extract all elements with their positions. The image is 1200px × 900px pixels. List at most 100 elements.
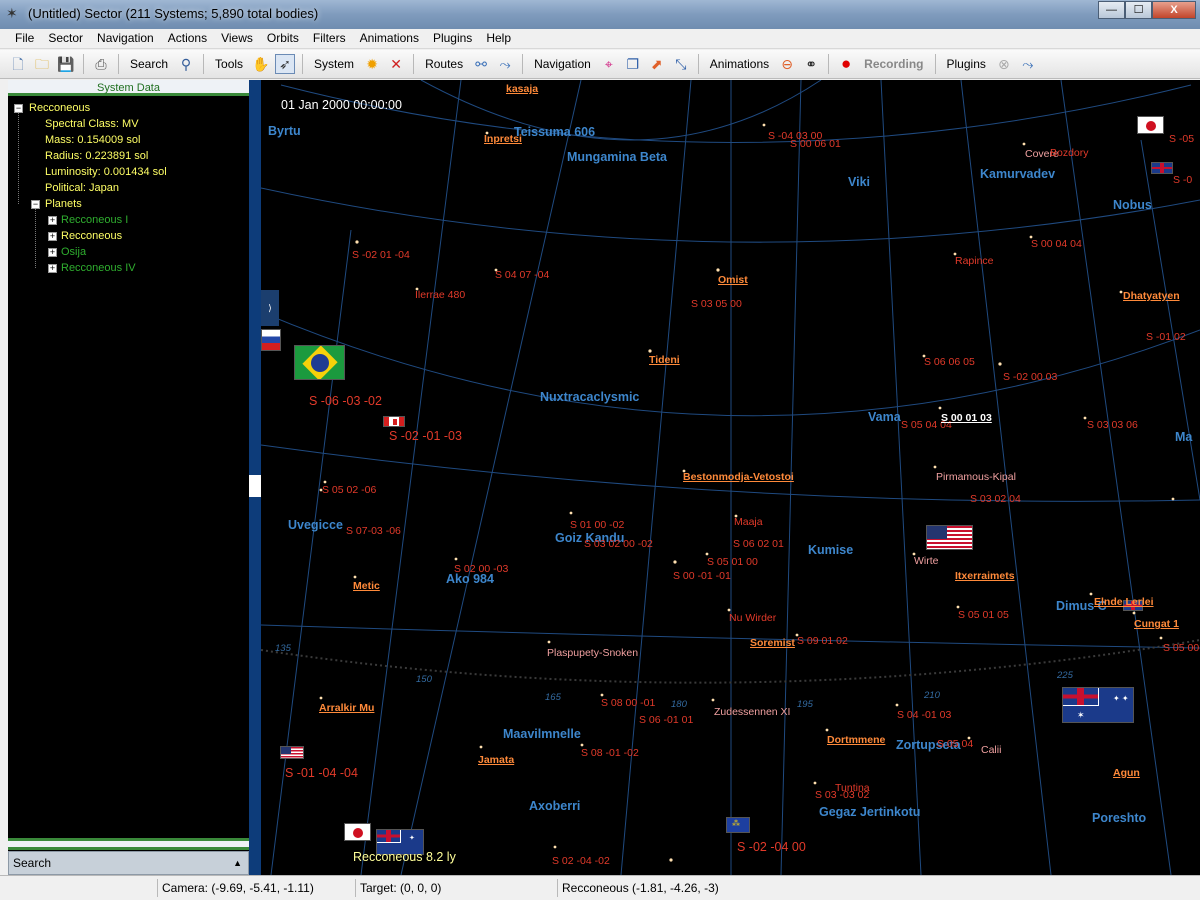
collapse-icon[interactable]: − — [14, 104, 23, 113]
expand-icon[interactable]: + — [48, 232, 57, 241]
splitter-handle[interactable] — [249, 475, 261, 497]
system-label[interactable]: S -01 -04 -04 — [285, 766, 358, 780]
open-folder-icon[interactable]: 🗀 — [32, 54, 52, 74]
expand-icon[interactable]: + — [48, 264, 57, 273]
chevron-up-icon[interactable]: ▲ — [233, 852, 242, 874]
system-label[interactable]: S 08 00 -01 — [601, 697, 655, 709]
system-label[interactable]: Soremist — [750, 637, 795, 649]
system-label[interactable]: Plaspupety-Snoken — [547, 647, 638, 659]
system-label[interactable]: Tideni — [649, 354, 680, 366]
menu-sector[interactable]: Sector — [41, 29, 90, 48]
system-label[interactable]: S 00 -01 -01 — [673, 570, 731, 582]
system-label[interactable]: S 00 06 01 — [790, 138, 841, 150]
system-label[interactable]: Inpretsi — [484, 133, 522, 145]
system-label[interactable]: S 08 -01 -02 — [581, 747, 639, 759]
route-edit-icon[interactable]: ⤳ — [495, 54, 515, 74]
system-label[interactable]: Axoberri — [529, 799, 580, 813]
system-label[interactable]: Arralkir Mu — [319, 702, 374, 714]
tree-political[interactable]: Political: Japan — [8, 180, 249, 196]
cube-view-icon[interactable]: ❐ — [623, 54, 643, 74]
system-label[interactable]: S 05 00 — [1163, 642, 1199, 654]
system-label[interactable]: S -02 -01 -03 — [389, 429, 462, 443]
tree-planet[interactable]: + Recconeous — [8, 228, 249, 244]
search-panel-header[interactable]: Search ▲ — [8, 851, 249, 875]
system-label[interactable]: S 00 04 04 — [1031, 238, 1082, 250]
system-label[interactable]: Bozdory — [1050, 147, 1089, 159]
delete-x-icon[interactable]: ✕ — [386, 54, 406, 74]
system-label[interactable]: Maaja — [734, 516, 763, 528]
system-label[interactable]: Itxerraimets — [955, 570, 1015, 582]
system-label[interactable]: Ma — [1175, 430, 1192, 444]
tree-radius[interactable]: Radius: 0.223891 sol — [8, 148, 249, 164]
system-label[interactable]: Gegaz Jertinkotu — [819, 805, 920, 819]
system-label[interactable]: Cungat 1 — [1134, 618, 1179, 630]
tree-planet[interactable]: + Recconeous IV — [8, 260, 249, 276]
system-label[interactable]: S -05 — [1169, 133, 1194, 145]
system-label[interactable]: Metic — [353, 580, 380, 592]
record-icon[interactable]: ● — [836, 54, 856, 74]
orbit-ring-icon[interactable]: ⊖ — [777, 54, 797, 74]
plugin-disabled-icon[interactable]: ⊗ — [994, 54, 1014, 74]
system-label[interactable]: Jamata — [478, 754, 514, 766]
menu-filters[interactable]: Filters — [306, 29, 353, 48]
side-collapse-tab[interactable]: ⟩ — [261, 290, 279, 326]
system-label[interactable]: S 03 05 00 — [691, 298, 742, 310]
system-label[interactable]: S 04 -01 03 — [897, 709, 951, 721]
system-label[interactable]: Teissuma 606 — [514, 125, 595, 139]
system-label[interactable]: Pirmamous-Kipal — [936, 471, 1016, 483]
tree-spectral[interactable]: Spectral Class: MV — [8, 116, 249, 132]
zoom-fit-icon[interactable]: ⤡ — [671, 54, 691, 74]
save-icon[interactable]: 💾 — [56, 54, 76, 74]
menu-orbits[interactable]: Orbits — [260, 29, 306, 48]
arrow-jump-icon[interactable]: ⬈ — [647, 54, 667, 74]
menu-animations[interactable]: Animations — [353, 29, 426, 48]
collapse-icon[interactable]: − — [31, 200, 40, 209]
system-label[interactable]: S 00 01 03 — [941, 412, 992, 424]
close-button[interactable]: X — [1152, 1, 1196, 19]
system-label[interactable]: Nuxtracaclysmic — [540, 390, 639, 404]
title-bar[interactable]: ✶ (Untitled) Sector (211 Systems; 5,890 … — [0, 0, 1200, 29]
menu-actions[interactable]: Actions — [161, 29, 214, 48]
route-add-icon[interactable]: ⚯ — [471, 54, 491, 74]
system-label[interactable]: Ako 984 — [446, 572, 494, 586]
system-label[interactable]: Byrtu — [268, 124, 301, 138]
system-label[interactable]: Dhatyatyen — [1123, 290, 1180, 302]
plugin-route-icon[interactable]: ⤳ — [1018, 54, 1038, 74]
system-label[interactable]: S -0 — [1173, 174, 1192, 186]
system-label[interactable]: S -01 02 — [1146, 331, 1186, 343]
print-icon[interactable]: ⎙ — [91, 54, 111, 74]
hand-pan-icon[interactable]: ✋ — [251, 54, 271, 74]
tree-planet[interactable]: + Recconeous I — [8, 212, 249, 228]
system-label[interactable]: Agun — [1113, 767, 1140, 779]
tree-planets-node[interactable]: − Planets — [8, 196, 249, 212]
crosshair-icon[interactable]: ⌖ — [599, 54, 619, 74]
system-label[interactable]: S 03 02 00 -02 — [584, 538, 653, 550]
system-label[interactable]: S -02 00 03 — [1003, 371, 1057, 383]
magnifier-icon[interactable]: ⚲ — [176, 54, 196, 74]
system-label[interactable]: kasaja — [506, 83, 538, 95]
system-label[interactable]: Kamurvadev — [980, 167, 1055, 181]
pointer-select-icon[interactable]: ➶ — [275, 54, 296, 74]
menu-views[interactable]: Views — [214, 29, 260, 48]
system-label[interactable]: Bestonmodja-Vetostoi — [683, 471, 794, 483]
system-label[interactable]: Vama — [868, 410, 901, 424]
system-label[interactable]: Uvegicce — [288, 518, 343, 532]
menu-plugins[interactable]: Plugins — [426, 29, 479, 48]
expand-icon[interactable]: + — [48, 216, 57, 225]
system-label[interactable]: Calii — [981, 744, 1001, 756]
menu-navigation[interactable]: Navigation — [90, 29, 161, 48]
sun-icon[interactable]: ✹ — [362, 54, 382, 74]
tree-planet[interactable]: + Osija — [8, 244, 249, 260]
system-label[interactable]: Ilerrae 480 — [415, 289, 465, 301]
system-label[interactable]: Dortmmene — [827, 734, 885, 746]
system-label[interactable]: S 03 -03 02 — [815, 789, 869, 801]
system-label[interactable]: Maavilmnelle — [503, 727, 581, 741]
system-label[interactable]: S -06 -03 -02 — [309, 394, 382, 408]
expand-icon[interactable]: + — [48, 248, 57, 257]
system-label[interactable]: S 06 02 01 — [733, 538, 784, 550]
system-label[interactable]: S -02 -04 00 — [737, 840, 806, 854]
system-label[interactable]: Omist — [718, 274, 748, 286]
system-label[interactable]: Viki — [848, 175, 870, 189]
system-label[interactable]: Wirte — [914, 555, 939, 567]
tree-mass[interactable]: Mass: 0.154009 sol — [8, 132, 249, 148]
